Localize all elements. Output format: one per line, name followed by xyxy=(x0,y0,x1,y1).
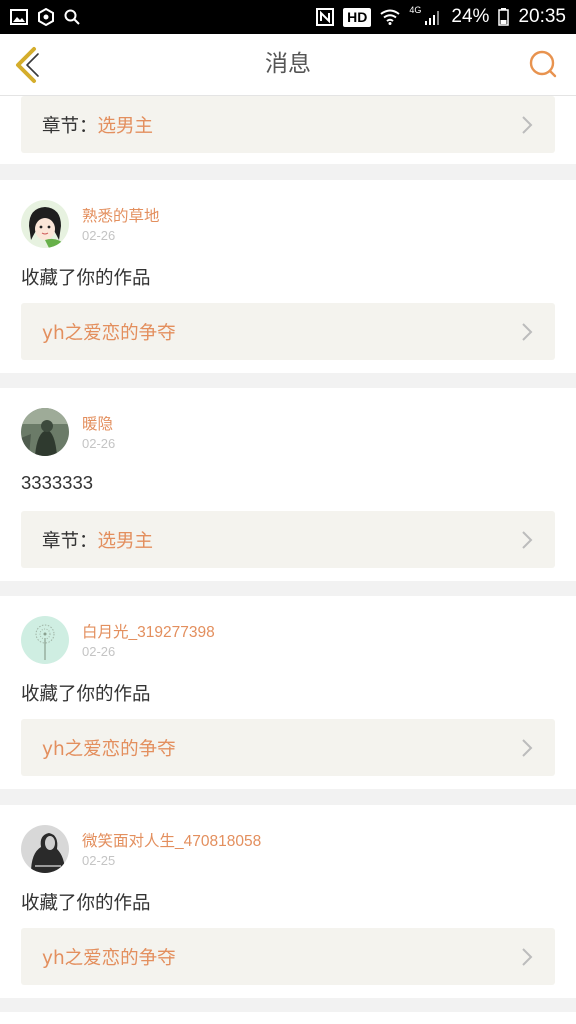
message-text: 收藏了你的作品 xyxy=(21,267,151,288)
avatar-image-icon xyxy=(21,616,69,664)
username[interactable]: 熟悉的草地 xyxy=(82,204,160,226)
message-date: 02-25 xyxy=(82,853,116,868)
message-card-partial xyxy=(0,1012,576,1024)
chevron-right-icon xyxy=(522,948,533,966)
username[interactable]: 白月光_319277398 xyxy=(82,620,215,642)
message-text: 收藏了你的作品 xyxy=(21,892,151,913)
work-link[interactable]: yh之爱恋的争夺 xyxy=(21,303,555,360)
username[interactable]: 微笑面对人生_470818058 xyxy=(82,829,261,851)
message-card: 熟悉的草地 02-26 收藏了你的作品 yh之爱恋的争夺 xyxy=(0,180,576,373)
battery-percent: 24% xyxy=(451,6,490,27)
message-card: 微笑面对人生_470818058 02-25 收藏了你的作品 yh之爱恋的争夺 xyxy=(0,805,576,998)
message-card: 白月光_319277398 02-26 收藏了你的作品 yh之爱恋的争夺 xyxy=(0,596,576,789)
search-status-icon xyxy=(64,9,80,25)
username[interactable]: 暖隐 xyxy=(82,412,113,434)
signal-icon xyxy=(424,9,442,25)
avatar-image-icon xyxy=(21,200,69,248)
back-arrow-icon xyxy=(16,47,39,83)
avatar[interactable] xyxy=(21,616,69,664)
chapter-link[interactable]: 章节： 选男主 xyxy=(21,96,555,153)
avatar-image-icon xyxy=(21,825,69,873)
avatar-image-icon xyxy=(21,408,69,456)
search-icon xyxy=(529,50,557,78)
nfc-icon xyxy=(316,8,335,26)
wifi-icon xyxy=(380,9,401,25)
message-date: 02-26 xyxy=(82,436,116,451)
link-title: yh之爱恋的争夺 xyxy=(42,738,176,760)
message-text: 收藏了你的作品 xyxy=(21,683,151,704)
settings-hexagon-icon xyxy=(37,8,55,26)
link-prefix: 章节： xyxy=(42,115,98,137)
message-card: 暖隐 02-26 3333333 章节： 选男主 xyxy=(0,388,576,581)
back-button[interactable] xyxy=(10,46,44,84)
message-card-partial: 章节： 选男主 xyxy=(0,96,576,164)
chevron-right-icon xyxy=(522,323,533,341)
gallery-icon xyxy=(10,9,28,25)
message-text: 3333333 xyxy=(21,472,94,493)
chevron-right-icon xyxy=(522,739,533,757)
search-button[interactable] xyxy=(528,49,558,79)
link-title: yh之爱恋的争夺 xyxy=(42,947,176,969)
avatar[interactable] xyxy=(21,408,69,456)
page-title: 消息 xyxy=(265,51,311,77)
link-title: 选男主 xyxy=(97,115,154,137)
avatar[interactable] xyxy=(21,825,69,873)
message-date: 02-26 xyxy=(82,228,116,243)
chevron-right-icon xyxy=(522,531,533,549)
clock: 20:35 xyxy=(518,6,566,27)
chevron-right-icon xyxy=(522,116,533,134)
avatar[interactable] xyxy=(21,200,69,248)
battery-icon xyxy=(498,8,510,26)
status-bar-right: HD 4G 24% 20:35 xyxy=(316,5,566,28)
work-link[interactable]: yh之爱恋的争夺 xyxy=(21,719,555,776)
link-title: yh之爱恋的争夺 xyxy=(42,322,176,344)
link-prefix: 章节： xyxy=(42,530,98,552)
hd-badge: HD xyxy=(343,7,372,27)
work-link[interactable]: yh之爱恋的争夺 xyxy=(21,928,555,985)
message-date: 02-26 xyxy=(82,644,116,659)
link-title: 选男主 xyxy=(97,530,154,552)
status-bar-left xyxy=(10,8,80,26)
network-type: 4G xyxy=(409,5,422,15)
app-header: 消息 xyxy=(0,34,576,96)
status-bar: HD 4G 24% 20:35 xyxy=(0,0,576,34)
chapter-link[interactable]: 章节： 选男主 xyxy=(21,511,555,568)
